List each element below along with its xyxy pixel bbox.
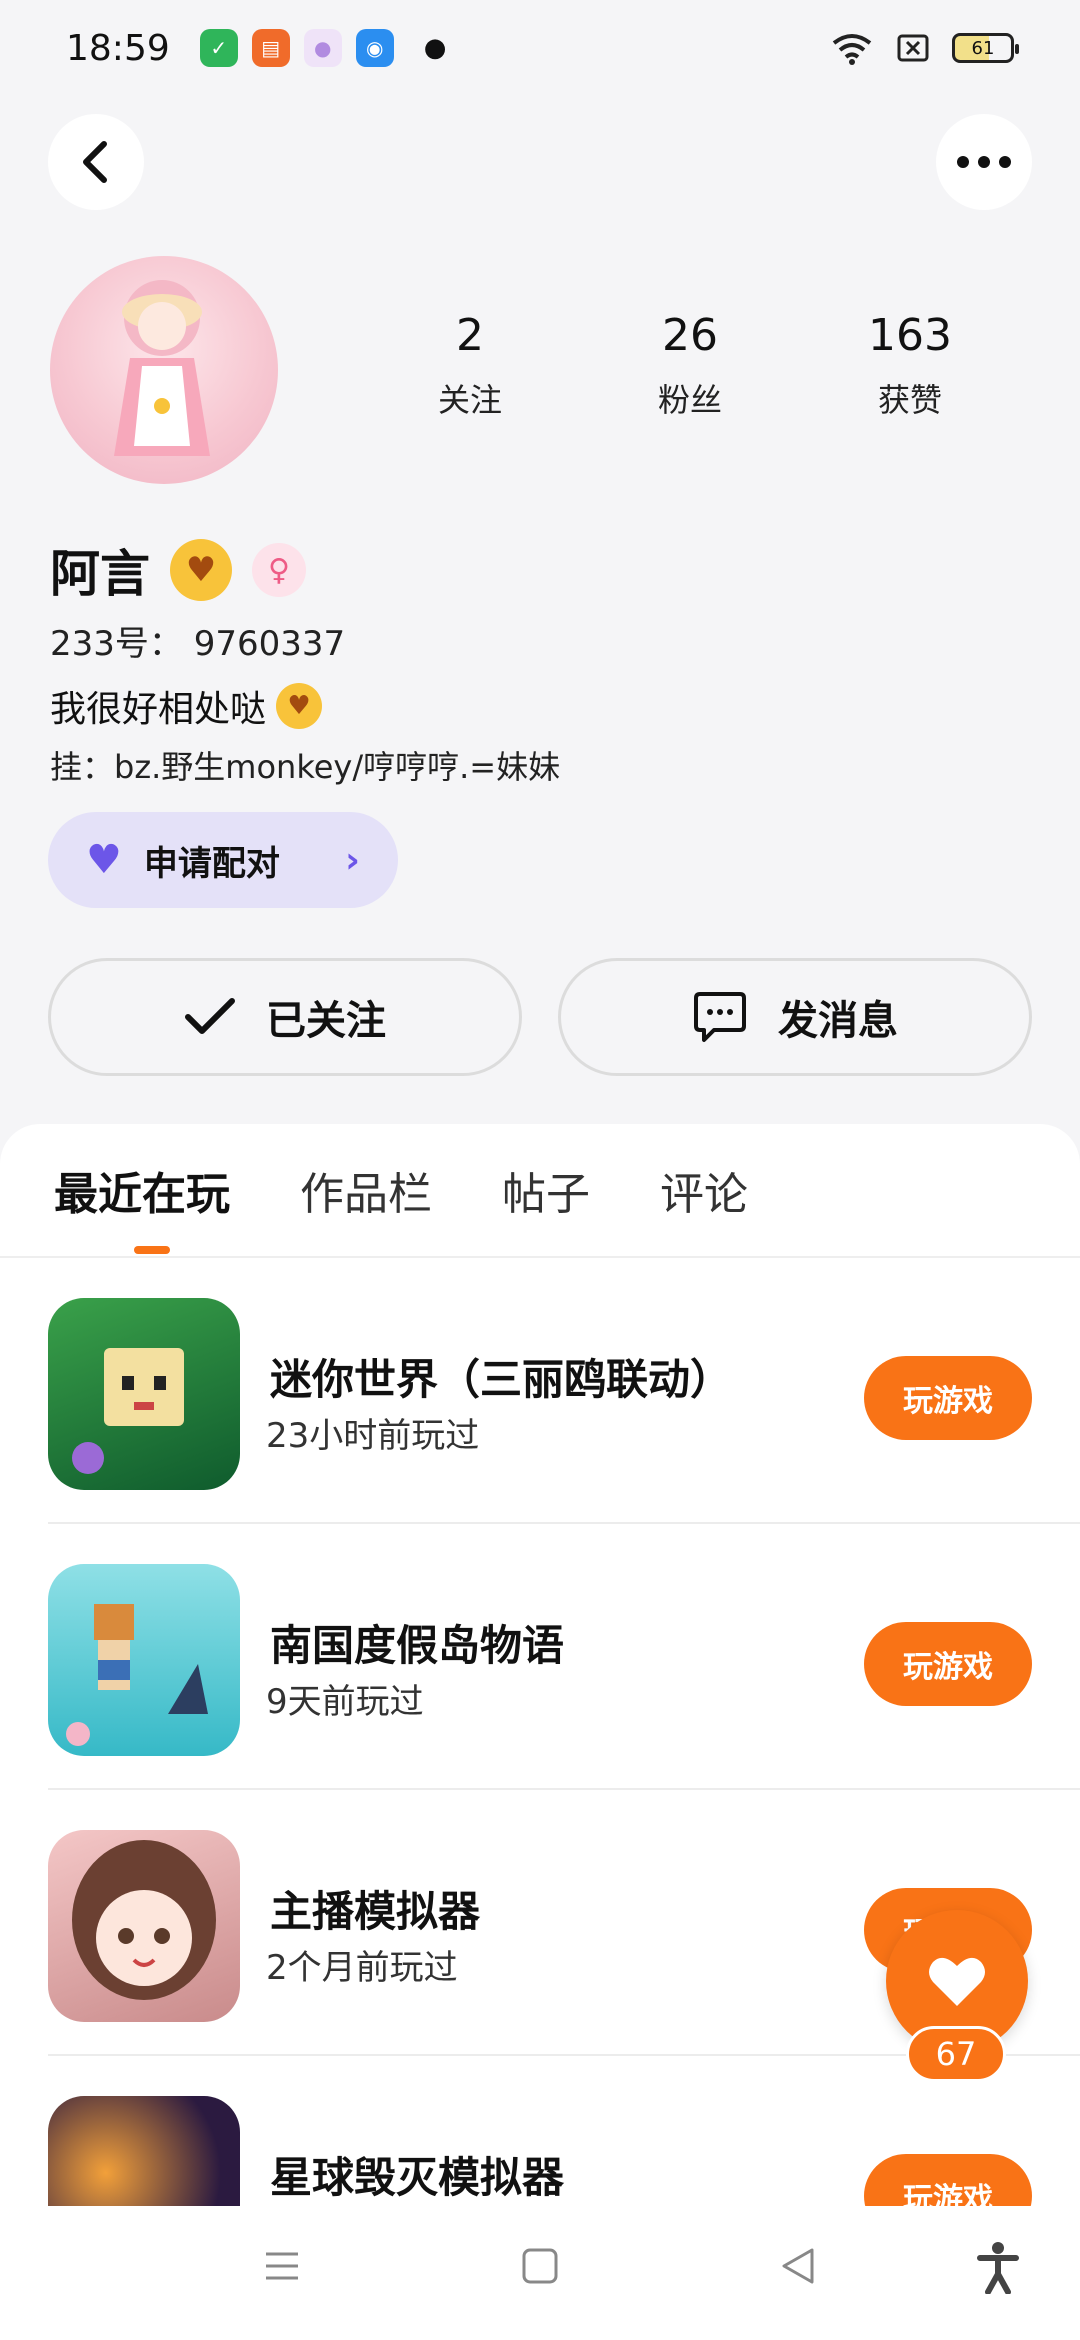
avatar[interactable] [50,256,278,484]
game-last-played: 9天前玩过 [266,1682,424,1722]
game-last-played: 2个月前玩过 [266,1948,458,1988]
tab-works[interactable]: 作品栏 [300,1158,432,1222]
profile-stats: 2 关注 26 粉丝 163 获赞 [360,310,1020,421]
game-icon [48,2096,240,2216]
books-app-icon: ▤ [251,29,290,67]
game-row[interactable]: 迷你世界（三丽鸥联动） 23小时前玩过 玩游戏 [48,1258,1080,1524]
tab-posts[interactable]: 帖子 [502,1158,590,1222]
heart-icon: ♥ [86,837,122,883]
game-last-played: 23小时前玩过 [266,1416,480,1456]
game-name: 主播模拟器 [270,1887,481,1936]
chevron-right-icon: › [345,839,360,881]
streamer-simulator-icon [72,1840,216,2000]
flower-app-icon: ● [303,29,342,67]
status-time: 18:59 [66,27,170,69]
game-name: 星球毁灭模拟器 [270,2153,565,2202]
battery-level: 61 [971,37,995,59]
name-row: 阿言 ♥ ♀ [50,534,306,606]
game-icon [48,1298,240,1490]
back-triangle-icon[interactable] [778,2246,818,2286]
pair-label: 申请配对 [143,843,280,884]
followed-button[interactable]: 已关注 [48,958,522,1076]
stat-following[interactable]: 2 关注 [360,310,580,421]
female-gender-icon: ♀ [252,543,306,597]
back-button[interactable] [48,114,144,210]
stat-label: 获赞 [877,381,942,419]
menu-icon[interactable] [262,2246,302,2286]
chevron-left-icon [83,141,107,183]
game-icon [48,1830,240,2022]
sim-off-icon [897,34,929,62]
more-button[interactable] [936,114,1032,210]
game-icon [48,1564,240,1756]
notification-dot-icon: ● [423,33,447,63]
kiss-emoji-icon: ♥ [170,539,232,601]
tab-recently-played[interactable]: 最近在玩 [54,1158,230,1222]
mini-world-icon [72,1348,184,1474]
battery-icon: 61 [952,33,1019,63]
like-count: 67 [906,2026,1006,2082]
island-story-icon [66,1604,208,1746]
stat-value: 26 [662,310,718,361]
system-nav-bar [0,2206,1080,2340]
game-name: 南国度假岛物语 [270,1621,565,1670]
stat-label: 关注 [437,381,502,419]
wifi-icon [832,34,872,65]
user-id: 233号： 9760337 [50,624,346,664]
game-name: 迷你世界（三丽鸥联动） [270,1355,733,1404]
heart-icon [929,1957,985,2006]
bio-text: 我很好相处哒 [50,689,267,730]
stat-followers[interactable]: 26 粉丝 [580,310,800,421]
kiss-emoji-icon: ♥ [276,683,323,729]
game-row[interactable]: 南国度假岛物语 9天前玩过 玩游戏 [48,1524,1080,1790]
stat-value: 163 [868,310,952,361]
apply-pair-button[interactable]: ♥ 申请配对 › [48,812,398,908]
bio-line-1: 我很好相处哒 ♥ [50,680,323,732]
play-game-button[interactable]: 玩游戏 [864,1356,1032,1440]
follow-label: 已关注 [266,998,386,1044]
more-dots-icon [957,156,1011,168]
home-icon[interactable] [520,2246,560,2286]
profile-name: 阿言 [50,545,150,603]
accessibility-icon[interactable] [976,2242,1020,2294]
tab-comments[interactable]: 评论 [660,1158,748,1222]
radio-app-icon: ◉ [355,29,394,67]
stat-value: 2 [456,310,484,361]
message-label: 发消息 [778,998,898,1044]
tab-bar: 最近在玩 作品栏 帖子 评论 [0,1124,1080,1258]
play-game-button[interactable]: 玩游戏 [864,1622,1032,1706]
avatar-illustration [114,280,210,456]
checkmark-icon [185,998,235,1034]
bio-line-2: 挂：bz.野生monkey/哼哼哼.=妹妹 [50,748,561,786]
status-bar: 18:59 ✓ ▤ ● ◉ ● 61 [0,0,1080,96]
stat-likes[interactable]: 163 获赞 [800,310,1020,421]
tab-indicator [134,1246,170,1254]
send-message-button[interactable]: 发消息 [558,958,1032,1076]
stat-label: 粉丝 [657,381,722,419]
wechat-app-icon: ✓ [199,29,238,67]
chat-bubble-icon [694,992,746,1042]
